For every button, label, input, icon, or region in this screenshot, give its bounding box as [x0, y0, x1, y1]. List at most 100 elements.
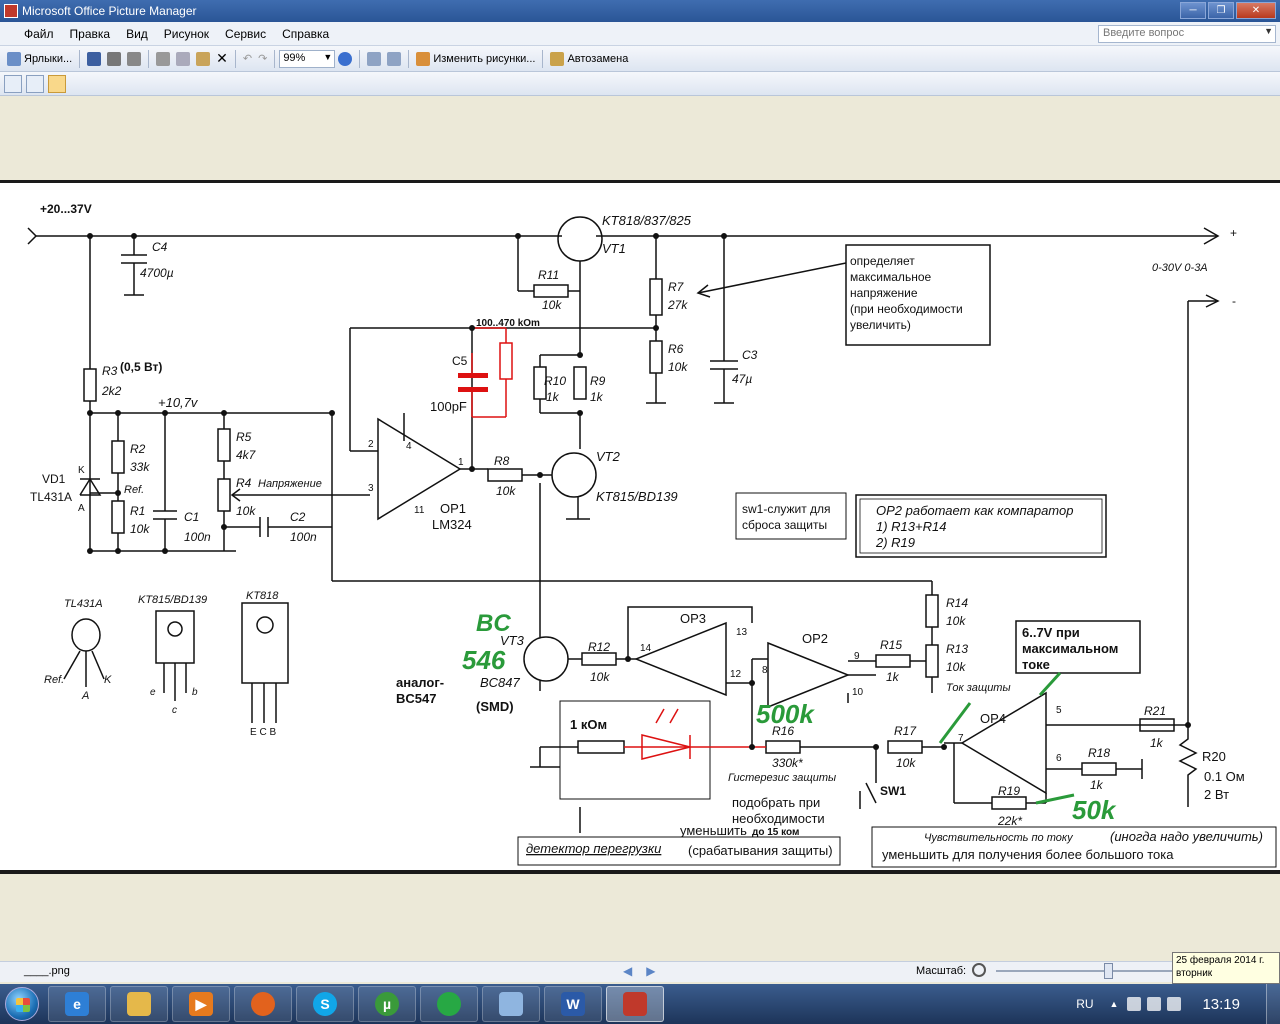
- pkg-k: K: [104, 674, 112, 686]
- label-tl431: TL431A: [30, 490, 72, 504]
- label-r16-val: 330k*: [772, 756, 803, 770]
- label-pin13: 13: [736, 627, 748, 638]
- label-ref: Ref.: [124, 484, 144, 496]
- schematic-drawing: +20...37V KT818/837/825 VT1 C4 4700µ R11…: [27, 202, 1277, 868]
- taskbar-picture-manager[interactable]: [606, 986, 664, 1022]
- taskbar-word[interactable]: W: [544, 986, 602, 1022]
- delete-button[interactable]: ✕: [213, 49, 231, 69]
- label-out-minus: -: [1232, 294, 1236, 308]
- label-r4-val: 10k: [236, 504, 256, 518]
- paste-button[interactable]: [193, 49, 213, 69]
- close-button[interactable]: ✕: [1236, 2, 1276, 19]
- label-pin10: 10: [852, 687, 864, 698]
- edit-pictures-button[interactable]: Изменить рисунки...: [413, 49, 538, 69]
- zoom-slider[interactable]: [996, 963, 1176, 979]
- note-sw1-l2: сброса защиты: [742, 518, 827, 532]
- scissors-icon: [156, 51, 171, 66]
- label-c4-val: 4700µ: [140, 266, 174, 280]
- standard-toolbar: Ярлыки... ✕ ↶ ↷ 99% ▼ Изменить рисунки...…: [0, 46, 1280, 72]
- autocorrect-button[interactable]: Автозамена: [547, 49, 631, 69]
- label-sw1: SW1: [880, 784, 906, 798]
- label-op4: OP4: [980, 711, 1006, 726]
- taskbar-firefox[interactable]: [234, 986, 292, 1022]
- menu-view[interactable]: Вид: [118, 27, 156, 41]
- taskbar-explorer[interactable]: [110, 986, 168, 1022]
- utorrent-icon: µ: [375, 992, 399, 1016]
- menu-edit[interactable]: Правка: [62, 27, 119, 41]
- menu-picture[interactable]: Рисунок: [156, 27, 217, 41]
- label-lm324: LM324: [432, 517, 472, 532]
- email-button[interactable]: [124, 49, 144, 69]
- label-pin11: 11: [414, 505, 425, 516]
- taskbar-utorrent[interactable]: µ: [358, 986, 416, 1022]
- redo-button[interactable]: ↷: [255, 49, 270, 69]
- label-r20-val: 0.1 Ом: [1204, 769, 1245, 784]
- taskbar-paint[interactable]: [482, 986, 540, 1022]
- flag-icon[interactable]: [1127, 997, 1142, 1011]
- handwritten-50k: 50k: [1072, 795, 1117, 825]
- label-r14-val: 10k: [946, 614, 966, 628]
- show-desktop-button[interactable]: [1266, 984, 1280, 1024]
- menu-tools[interactable]: Сервис: [217, 27, 274, 41]
- handwritten-bc: BC: [476, 610, 511, 637]
- language-indicator[interactable]: RU: [1076, 997, 1093, 1011]
- zoom-label: Масштаб:: [916, 965, 967, 977]
- clock[interactable]: 13:19: [1202, 996, 1240, 1013]
- note-op2-l1: OP2 работает как компаратор: [876, 503, 1073, 518]
- network-tray-icon[interactable]: [1147, 997, 1162, 1011]
- label-out-range: 0-30V 0-3A: [1152, 262, 1208, 274]
- save-button[interactable]: [84, 49, 104, 69]
- help-button[interactable]: [335, 49, 355, 69]
- label-c4: C4: [152, 240, 168, 254]
- next-icon[interactable]: ▶: [646, 964, 669, 978]
- taskbar-app-green[interactable]: [420, 986, 478, 1022]
- minimize-button[interactable]: ─: [1180, 2, 1206, 19]
- label-reduce-more: уменьшить для получения более большого т…: [882, 847, 1174, 862]
- label-c2-val: 100n: [290, 530, 317, 544]
- start-button[interactable]: [0, 984, 44, 1024]
- label-r21-val: 1k: [1150, 736, 1164, 750]
- rotate-left-button[interactable]: [364, 49, 384, 69]
- zoom-slider-thumb[interactable]: [1104, 963, 1113, 979]
- date-tooltip: 25 февраля 2014 г. вторник: [1172, 952, 1280, 984]
- print-button[interactable]: [104, 49, 124, 69]
- print-icon: [107, 51, 122, 66]
- media-player-icon: ▶: [189, 992, 213, 1016]
- magnifier-icon[interactable]: [972, 963, 986, 977]
- taskbar-ie[interactable]: e: [48, 986, 106, 1022]
- filmstrip-view-button[interactable]: [26, 74, 44, 93]
- cut-button[interactable]: [153, 49, 173, 69]
- thumbnail-view-button[interactable]: [4, 74, 22, 93]
- title-bar: Microsoft Office Picture Manager ─ ❐ ✕: [0, 0, 1280, 22]
- label-r11-val: 10k: [542, 298, 562, 312]
- volume-icon[interactable]: [1167, 997, 1182, 1011]
- taskbar-skype[interactable]: S: [296, 986, 354, 1022]
- label-op1: OP1: [440, 501, 466, 516]
- note-pick-l1: подобрать при: [732, 795, 820, 810]
- previous-icon[interactable]: ◀: [623, 964, 646, 978]
- zoom-select[interactable]: 99% ▼: [279, 49, 336, 68]
- label-out-plus: +: [1230, 226, 1237, 240]
- shortcuts-button[interactable]: Ярлыки...: [4, 49, 75, 69]
- rotate-right-button[interactable]: [384, 49, 404, 69]
- label-r12: R12: [588, 640, 610, 654]
- maximize-button[interactable]: ❐: [1208, 2, 1234, 19]
- chevron-down-icon[interactable]: ▼: [1264, 26, 1273, 36]
- note-sw1-l1: sw1-служит для: [742, 502, 831, 516]
- note-r7-l4: (при необходимости: [850, 302, 963, 316]
- edit-pictures-icon: [416, 51, 431, 66]
- menu-help[interactable]: Справка: [274, 27, 337, 41]
- label-a: A: [78, 503, 85, 514]
- help-search-input[interactable]: Введите вопрос ▼: [1098, 25, 1276, 43]
- note-upto15: до 15 ком: [752, 827, 799, 838]
- menu-file[interactable]: Файл: [16, 27, 62, 41]
- tray-expand-icon[interactable]: ▲: [1110, 999, 1119, 1009]
- pkg-a: A: [81, 690, 89, 702]
- single-picture-view-button[interactable]: [48, 74, 66, 93]
- pkg-ecb2: E C B: [250, 727, 276, 738]
- taskbar-media[interactable]: ▶: [172, 986, 230, 1022]
- skype-icon: S: [313, 992, 337, 1016]
- label-analog: аналог-: [396, 675, 444, 690]
- copy-button[interactable]: [173, 49, 193, 69]
- undo-button[interactable]: ↶: [240, 49, 255, 69]
